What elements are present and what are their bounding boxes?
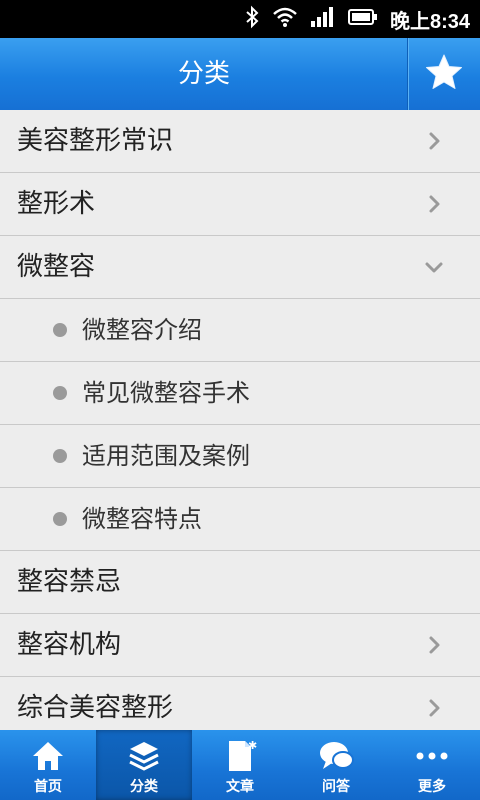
list-item-label: 整形术: [17, 189, 96, 219]
bullet-icon: [53, 449, 67, 463]
nav-tab[interactable]: 首页: [0, 730, 96, 800]
nav-tab[interactable]: 问答: [288, 730, 384, 800]
bluetooth-icon: [244, 5, 260, 33]
list-item-label: 微整容特点: [82, 505, 202, 533]
star-icon: [424, 52, 464, 96]
home-icon: [0, 736, 96, 776]
list-subitem[interactable]: 微整容特点: [0, 488, 480, 551]
battery-icon: [347, 8, 378, 30]
list-item-label: 微整容介绍: [82, 316, 202, 344]
list-subitem[interactable]: 常见微整容手术: [0, 362, 480, 425]
status-icons: 晚上8:34: [244, 0, 470, 38]
header: 分类: [0, 38, 480, 111]
more-icon: [384, 736, 480, 776]
bottom-navigation: 首页 分类 ✱ 文章 问答 更多: [0, 730, 480, 800]
status-time: 晚上8:34: [389, 10, 470, 33]
layers-icon: [96, 736, 192, 776]
list-item-label: 微整容: [17, 252, 96, 282]
page-title: 分类: [177, 59, 230, 89]
bullet-icon: [53, 323, 67, 337]
nav-tab-label: 问答: [322, 779, 350, 795]
list-item-label: 整容禁忌: [17, 567, 122, 597]
list-item-label: 美容整形常识: [17, 126, 174, 156]
list-subitem[interactable]: 适用范围及案例: [0, 425, 480, 488]
list-item[interactable]: 整容禁忌: [0, 551, 480, 614]
bullet-icon: [53, 386, 67, 400]
chevron-right-icon: [424, 698, 444, 718]
chevron-right-icon: [424, 131, 444, 151]
chat-icon: [288, 736, 384, 776]
nav-tab-label: 文章: [226, 779, 254, 795]
signal-icon: [310, 6, 336, 32]
list-item-label: 综合美容整形: [17, 693, 174, 723]
svg-text:✱: ✱: [248, 739, 257, 752]
list-item[interactable]: 综合美容整形: [0, 677, 480, 730]
favorites-button[interactable]: [407, 38, 480, 110]
chevron-down-icon: [424, 257, 444, 277]
nav-tab-label: 分类: [130, 779, 158, 795]
wifi-icon: [272, 6, 298, 32]
list-subitem[interactable]: 微整容介绍: [0, 299, 480, 362]
document-icon: ✱: [192, 736, 288, 776]
nav-tab-label: 首页: [34, 779, 62, 795]
chevron-right-icon: [424, 635, 444, 655]
nav-tab-label: 更多: [418, 779, 446, 795]
category-list: 美容整形常识 整形术微整容微整容介绍常见微整容手术 适用范围及案例 微整容特点整容禁忌…: [0, 110, 480, 730]
list-item[interactable]: 整形术: [0, 173, 480, 236]
list-item[interactable]: 美容整形常识: [0, 110, 480, 173]
nav-tab[interactable]: ✱ 文章: [192, 730, 288, 800]
bullet-icon: [53, 512, 67, 526]
list-item-label: 常见微整容手术: [82, 379, 250, 407]
list-item[interactable]: 整容机构: [0, 614, 480, 677]
status-bar: 晚上8:34: [0, 0, 480, 38]
nav-tab[interactable]: 分类: [96, 730, 192, 800]
nav-tab[interactable]: 更多: [384, 730, 480, 800]
chevron-right-icon: [424, 194, 444, 214]
list-item-label: 适用范围及案例: [82, 442, 250, 470]
list-item-label: 整容机构: [17, 630, 122, 660]
list-item[interactable]: 微整容: [0, 236, 480, 299]
